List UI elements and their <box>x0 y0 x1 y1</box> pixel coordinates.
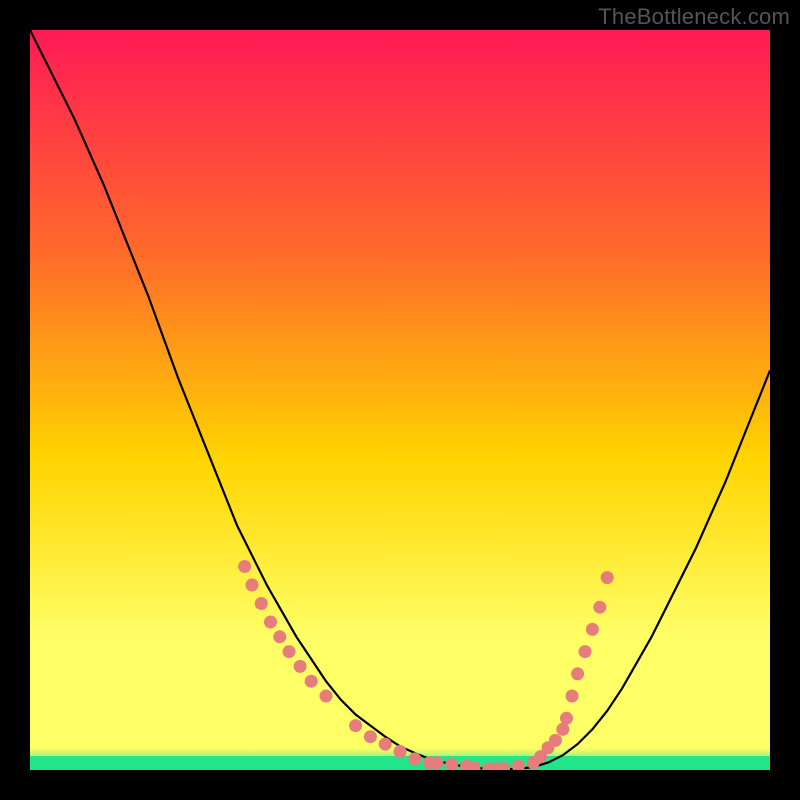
data-dot <box>586 623 599 636</box>
data-dot <box>283 645 296 658</box>
data-dot <box>571 667 584 680</box>
data-dot <box>364 730 377 743</box>
data-dot <box>320 690 333 703</box>
data-dot <box>566 690 579 703</box>
data-dot <box>246 579 259 592</box>
watermark-text: TheBottleneck.com <box>598 4 790 30</box>
chart-svg <box>30 30 770 770</box>
data-dot <box>349 719 362 732</box>
data-dot <box>560 712 573 725</box>
data-dot <box>579 645 592 658</box>
data-dot <box>264 616 277 629</box>
data-dot <box>379 738 392 751</box>
data-dot <box>273 630 286 643</box>
data-dot <box>238 560 251 573</box>
data-dot <box>294 660 307 673</box>
data-dot <box>549 734 562 747</box>
data-dot <box>408 752 421 765</box>
chart-frame: TheBottleneck.com <box>0 0 800 800</box>
data-dot <box>431 756 444 769</box>
plot-area <box>30 30 770 770</box>
data-dot <box>556 723 569 736</box>
data-dot <box>593 601 606 614</box>
data-dot <box>601 571 614 584</box>
data-dot <box>255 597 268 610</box>
green-band <box>30 756 770 770</box>
data-dot <box>305 675 318 688</box>
data-dot <box>394 745 407 758</box>
gradient-background <box>30 30 770 770</box>
